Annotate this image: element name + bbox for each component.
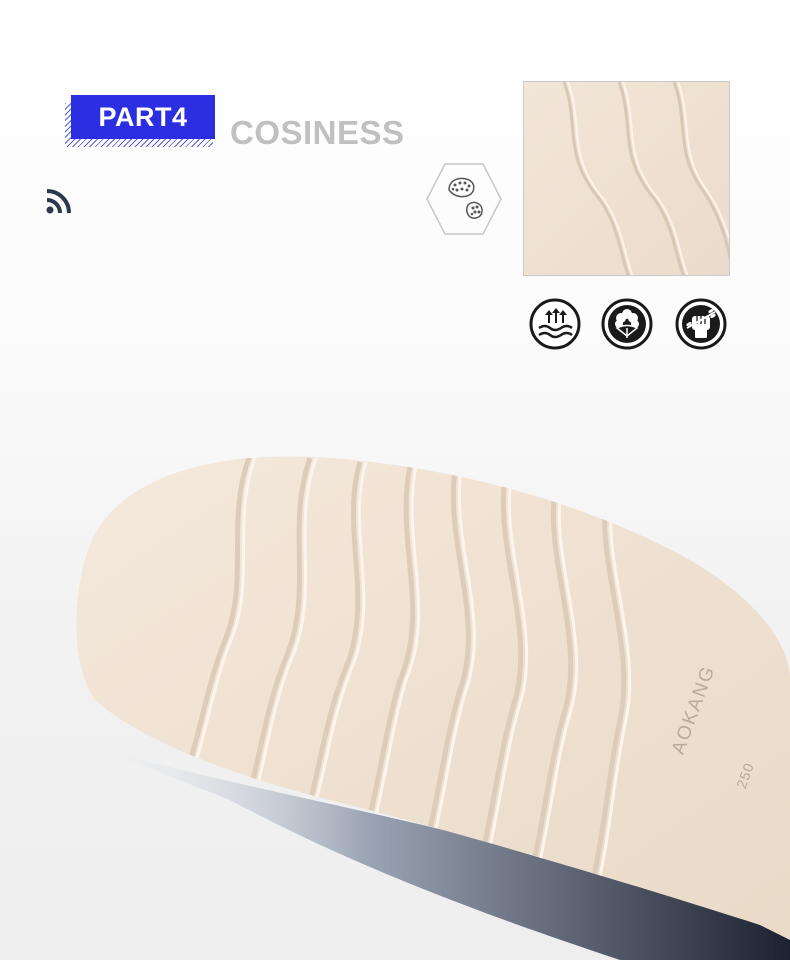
breathable-waves-icon — [529, 298, 581, 350]
sole-texture-swatch — [523, 81, 730, 276]
sole-texture-grooves — [524, 82, 729, 275]
shoe-sole-photo — [76, 456, 790, 960]
shoe-sole-hexagon-icon — [426, 163, 502, 235]
part-badge: PART4 — [65, 95, 215, 147]
cotton-comfort-icon — [601, 298, 653, 350]
section-title: COSINESS — [230, 114, 405, 151]
durable-fist-icon — [675, 298, 727, 350]
rss-feed-icon — [46, 189, 71, 214]
part-badge-label: PART4 — [71, 95, 215, 139]
